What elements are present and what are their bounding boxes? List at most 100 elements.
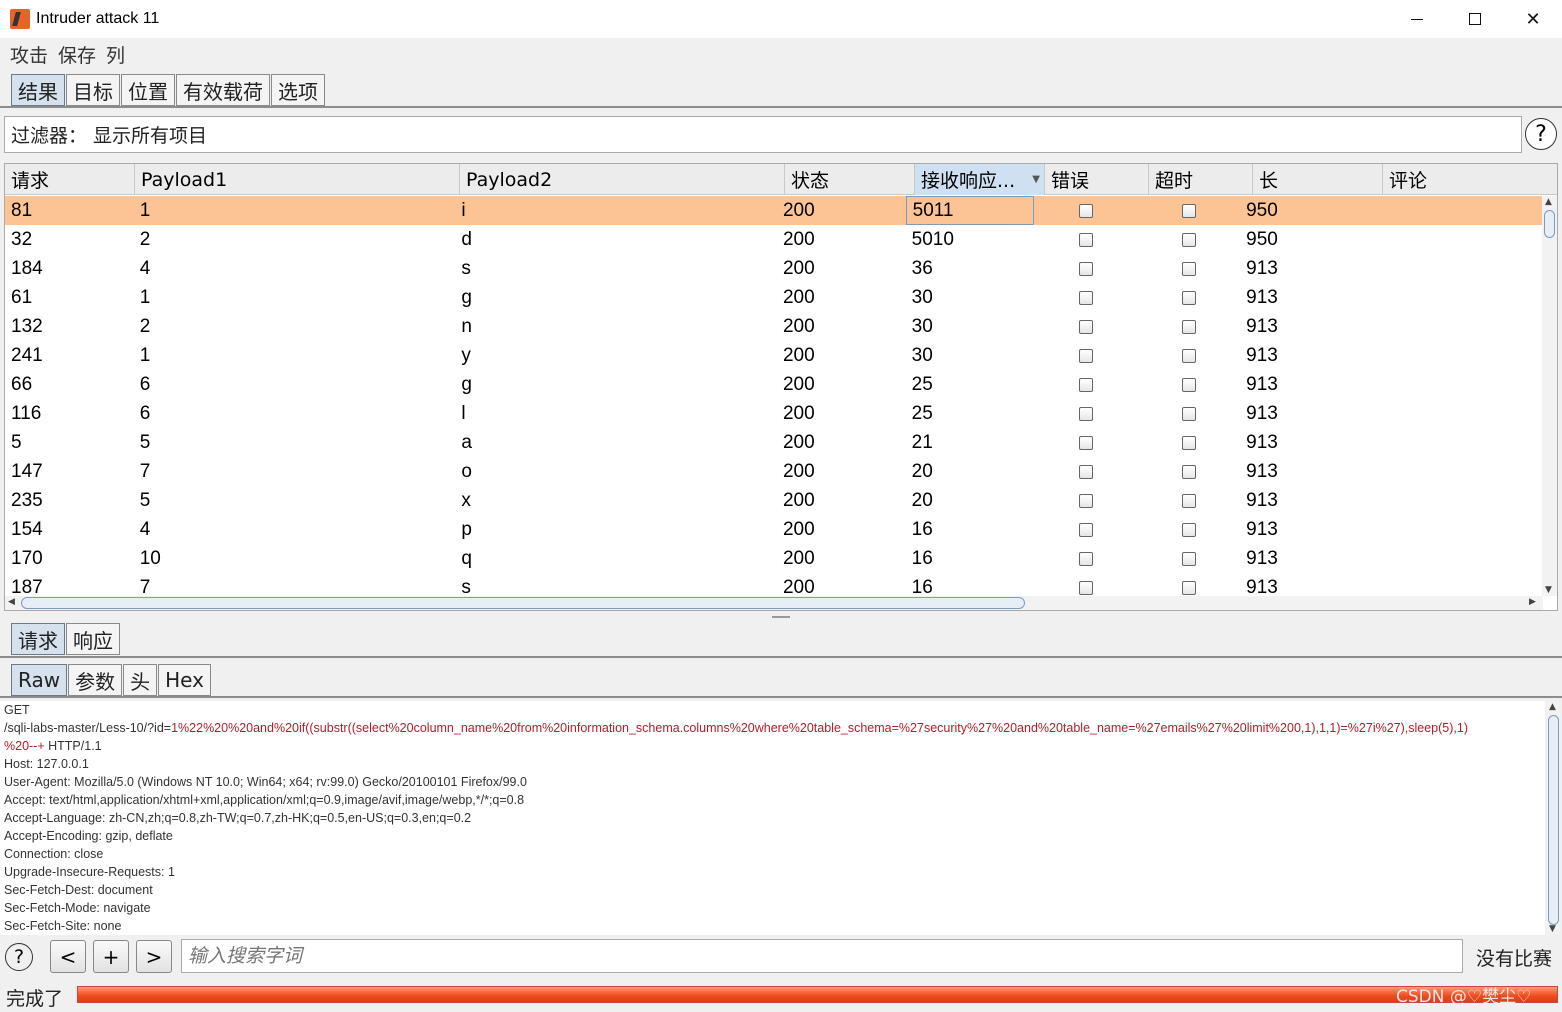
scrollbar-thumb[interactable] (1548, 715, 1559, 925)
col-request[interactable]: 请求 (5, 164, 135, 195)
minimize-button[interactable] (1388, 0, 1446, 38)
table-row[interactable]: 170 10 q 200 16 913 (5, 544, 1543, 573)
error-checkbox[interactable] (1078, 377, 1093, 392)
cell-request: 184 (11, 257, 43, 279)
scrollbar-thumb[interactable] (21, 597, 1025, 609)
timeout-checkbox[interactable] (1181, 464, 1196, 479)
table-horizontal-scrollbar[interactable]: ◀ ▶ (5, 596, 1543, 610)
search-next-button[interactable]: > (136, 940, 172, 973)
tab-response[interactable]: 响应 (66, 623, 120, 655)
scroll-left-icon[interactable]: ◀ (8, 597, 15, 607)
tab-params[interactable]: 参数 (68, 664, 123, 696)
request-vertical-scrollbar[interactable]: ▲ ▼ (1546, 701, 1560, 935)
timeout-checkbox[interactable] (1181, 232, 1196, 247)
request-header-line: Accept: text/html,application/xhtml+xml,… (4, 793, 525, 807)
table-row[interactable]: 154 4 p 200 16 913 (5, 515, 1543, 544)
timeout-checkbox[interactable] (1181, 493, 1196, 508)
filter-bar[interactable]: 过滤器： 显示所有项目 (4, 116, 1522, 153)
tab-target[interactable]: 目标 (66, 74, 120, 106)
table-row[interactable]: 66 6 g 200 25 913 (5, 370, 1543, 399)
error-checkbox[interactable] (1078, 290, 1093, 305)
tab-hex[interactable]: Hex (158, 664, 211, 696)
timeout-checkbox[interactable] (1181, 377, 1196, 392)
tab-positions[interactable]: 位置 (121, 74, 175, 106)
table-row[interactable]: 132 2 n 200 30 913 (5, 312, 1543, 341)
error-checkbox[interactable] (1078, 261, 1093, 276)
menu-attack[interactable]: 攻击 (10, 41, 48, 68)
cell-error (1034, 428, 1137, 457)
tab-raw[interactable]: Raw (11, 664, 68, 696)
error-checkbox[interactable] (1078, 551, 1093, 566)
table-row[interactable]: 116 6 l 200 25 913 (5, 399, 1543, 428)
error-checkbox[interactable] (1078, 232, 1093, 247)
search-help-button[interactable]: ? (5, 943, 33, 971)
table-row[interactable]: 184 4 s 200 36 913 (5, 254, 1543, 283)
burp-app-icon (10, 9, 30, 29)
cell-error (1034, 515, 1137, 544)
col-response-received[interactable]: 接收响应... ▼ (915, 164, 1045, 195)
request-header-line: User-Agent: Mozilla/5.0 (Windows NT 10.0… (4, 775, 527, 789)
cell-timeout (1137, 544, 1240, 573)
panel-splitter[interactable] (0, 614, 1562, 620)
request-header-line: Sec-Fetch-Dest: document (4, 883, 153, 897)
error-checkbox[interactable] (1078, 522, 1093, 537)
timeout-checkbox[interactable] (1181, 406, 1196, 421)
cell-payload1: 4 (139, 257, 151, 279)
menu-save[interactable]: 保存 (58, 41, 96, 68)
table-row[interactable]: 241 1 y 200 30 913 (5, 341, 1543, 370)
error-checkbox[interactable] (1078, 319, 1093, 334)
scrollbar-thumb[interactable] (1544, 210, 1555, 238)
scroll-up-icon[interactable]: ▲ (1545, 197, 1552, 207)
cell-response-received: 16 (911, 518, 933, 540)
error-checkbox[interactable] (1078, 406, 1093, 421)
search-add-button[interactable]: + (93, 940, 129, 973)
error-checkbox[interactable] (1078, 580, 1093, 595)
table-vertical-scrollbar[interactable]: ▲ ▼ (1542, 196, 1557, 596)
table-row[interactable]: 81 1 i 200 5011 950 (5, 196, 1543, 225)
scroll-down-icon[interactable]: ▼ (1549, 924, 1556, 934)
error-checkbox[interactable] (1078, 348, 1093, 363)
timeout-checkbox[interactable] (1181, 290, 1196, 305)
tab-options[interactable]: 选项 (271, 74, 325, 106)
timeout-checkbox[interactable] (1181, 319, 1196, 334)
cell-request: 66 (11, 373, 33, 395)
col-payload1[interactable]: Payload1 (135, 164, 460, 195)
tab-payloads[interactable]: 有效载荷 (176, 74, 270, 106)
col-payload2[interactable]: Payload2 (460, 164, 785, 195)
cell-payload1: 6 (139, 373, 151, 395)
col-error[interactable]: 错误 (1045, 164, 1149, 195)
filter-help-button[interactable]: ? (1525, 118, 1557, 150)
col-length[interactable]: 长 (1253, 164, 1383, 195)
scroll-right-icon[interactable]: ▶ (1529, 597, 1536, 607)
tab-request[interactable]: 请求 (11, 623, 65, 655)
table-row[interactable]: 61 1 g 200 30 913 (5, 283, 1543, 312)
error-checkbox[interactable] (1078, 493, 1093, 508)
timeout-checkbox[interactable] (1181, 203, 1196, 218)
search-prev-button[interactable]: < (50, 940, 86, 973)
scroll-down-icon[interactable]: ▼ (1545, 585, 1552, 595)
error-checkbox[interactable] (1078, 203, 1093, 218)
close-button[interactable]: ✕ (1504, 0, 1562, 38)
timeout-checkbox[interactable] (1181, 551, 1196, 566)
error-checkbox[interactable] (1078, 464, 1093, 479)
menu-columns[interactable]: 列 (106, 41, 125, 68)
col-comment[interactable]: 评论 (1383, 164, 1557, 195)
table-row[interactable]: 5 5 a 200 21 913 (5, 428, 1543, 457)
timeout-checkbox[interactable] (1181, 580, 1196, 595)
tab-results[interactable]: 结果 (11, 74, 65, 106)
timeout-checkbox[interactable] (1181, 261, 1196, 276)
raw-request-editor[interactable]: GET /sqli-labs-master/Less-10/?id=1%22%2… (0, 701, 1545, 935)
timeout-checkbox[interactable] (1181, 522, 1196, 537)
scroll-up-icon[interactable]: ▲ (1549, 702, 1556, 712)
col-timeout[interactable]: 超时 (1149, 164, 1253, 195)
search-input[interactable] (181, 939, 1463, 973)
error-checkbox[interactable] (1078, 435, 1093, 450)
table-row[interactable]: 32 2 d 200 5010 950 (5, 225, 1543, 254)
timeout-checkbox[interactable] (1181, 435, 1196, 450)
table-row[interactable]: 235 5 x 200 20 913 (5, 486, 1543, 515)
timeout-checkbox[interactable] (1181, 348, 1196, 363)
tab-headers[interactable]: 头 (123, 664, 158, 696)
table-row[interactable]: 147 7 o 200 20 913 (5, 457, 1543, 486)
maximize-button[interactable] (1446, 0, 1504, 38)
col-status[interactable]: 状态 (785, 164, 915, 195)
